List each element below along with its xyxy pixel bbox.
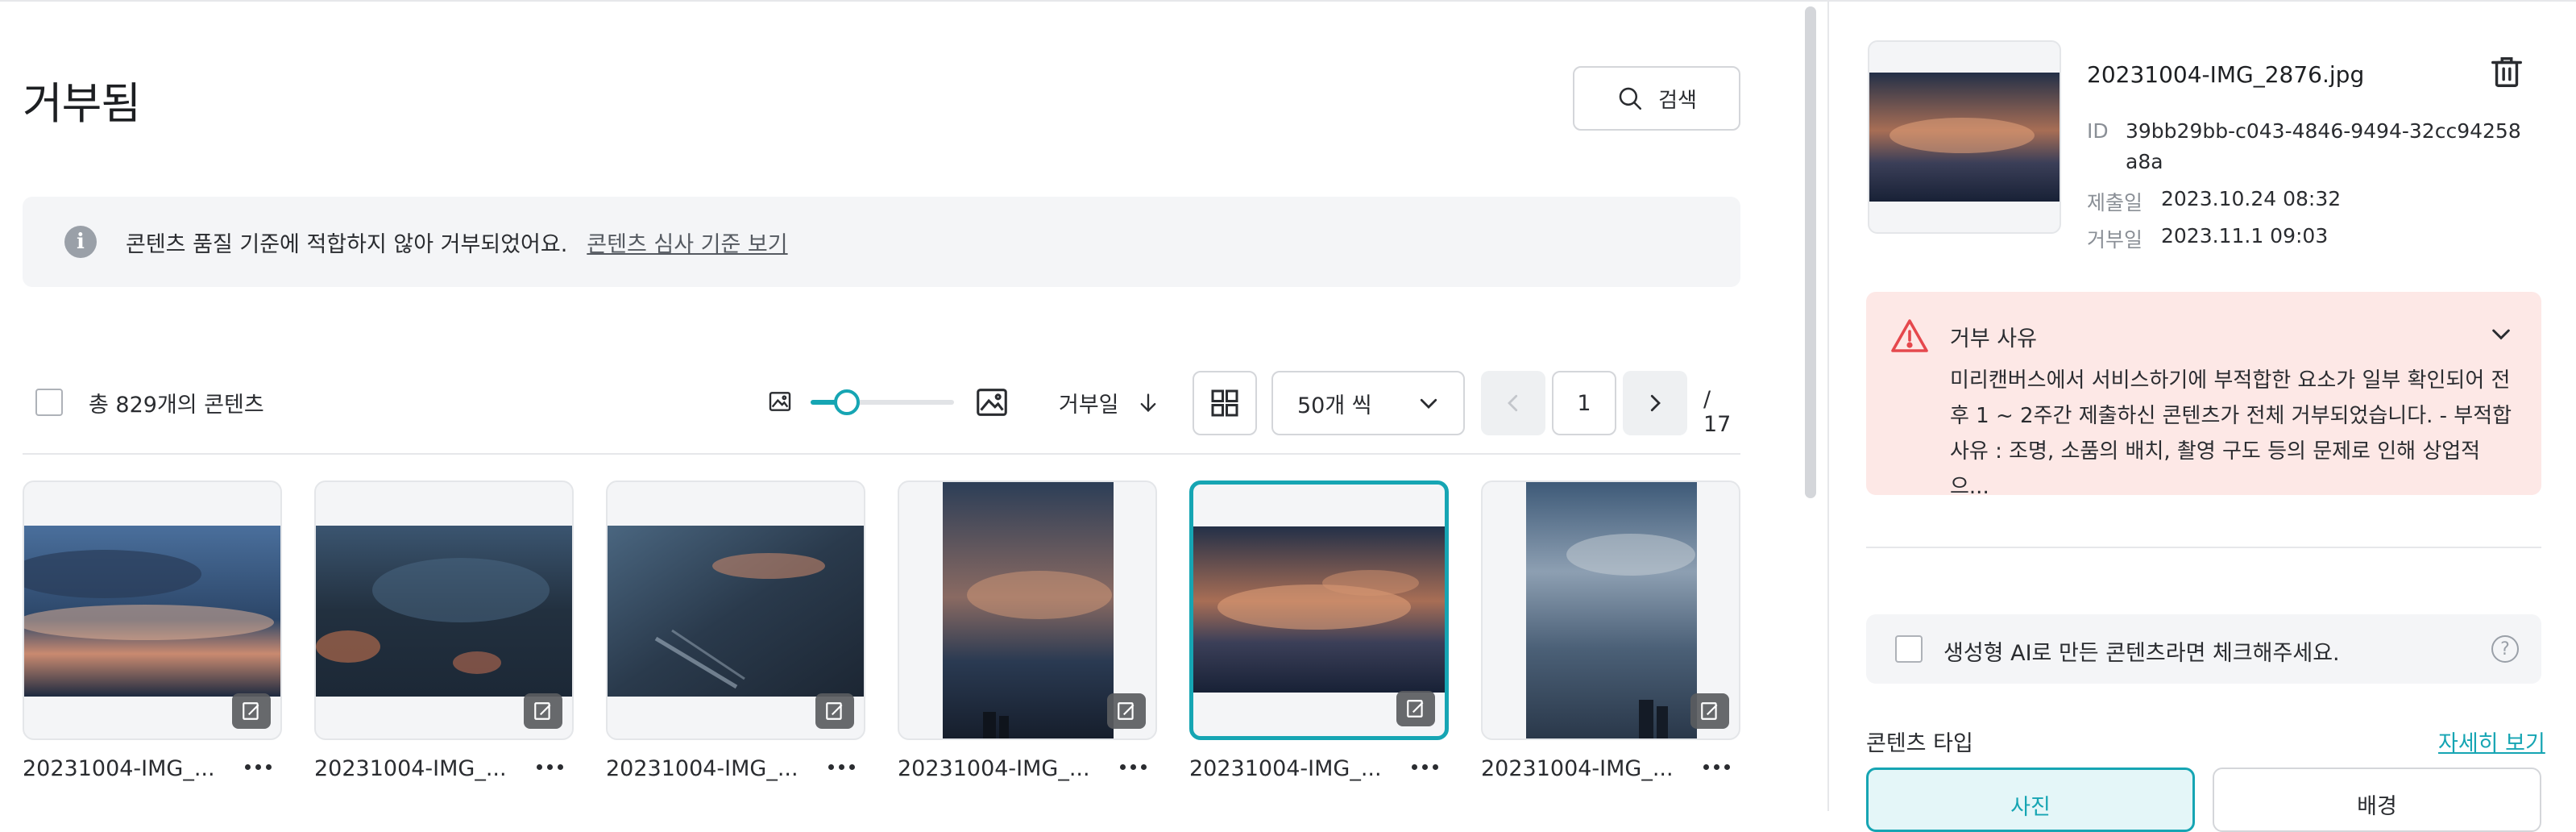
submitted-label: 제출일 (2087, 191, 2143, 214)
card-thumbnail[interactable] (606, 480, 865, 740)
rejected-value: 2023.11.1 09:03 (2161, 224, 2329, 248)
chevron-right-icon (1650, 394, 1661, 412)
slider-knob[interactable] (834, 389, 860, 415)
page-number-input[interactable]: 1 (1552, 371, 1616, 435)
more-options-icon[interactable] (525, 755, 574, 779)
detail-panel: 20231004-IMG_2876.jpg ID 39bb29bb-c043-4… (1829, 0, 2576, 832)
content-card[interactable]: 20231004-IMG_... (898, 480, 1157, 781)
next-page-button[interactable] (1623, 371, 1687, 435)
grid-view-button[interactable] (1193, 371, 1257, 435)
search-icon (1619, 87, 1642, 110)
sky-photo (1526, 482, 1697, 738)
chevron-down-icon (1420, 398, 1437, 409)
chevron-left-icon (1508, 394, 1518, 412)
submitted-value: 2023.10.24 08:32 (2161, 187, 2342, 210)
search-button[interactable]: 검색 (1573, 66, 1740, 131)
content-grid: 20231004-IMG_... 20231004-IMG_... 202310… (23, 480, 1740, 811)
review-criteria-link[interactable]: 콘텐츠 심사 기준 보기 (587, 227, 787, 258)
card-filename: 20231004-IMG_... (23, 756, 215, 781)
edit-icon[interactable] (1690, 693, 1729, 729)
id-value: 39bb29bb-c043-4846-9494-32cc94258a8a (2126, 119, 2521, 173)
ai-checkbox-label: 생성형 AI로 만든 콘텐츠라면 체크해주세요. (1943, 641, 2340, 666)
content-card[interactable]: 20231004-IMG_... (23, 480, 282, 781)
ai-content-option: 생성형 AI로 만든 콘텐츠라면 체크해주세요. ? (1866, 614, 2541, 684)
search-label: 검색 (1658, 88, 1697, 113)
list-toolbar: 총 829개의 콘텐츠 거부일 50개 씩 1 / 17 (23, 369, 1740, 437)
more-options-icon[interactable] (1692, 755, 1740, 779)
card-thumbnail[interactable] (1481, 480, 1740, 740)
sky-photo (1193, 526, 1445, 693)
reason-title: 거부 사유 (1950, 327, 2037, 352)
more-options-icon[interactable] (1109, 755, 1157, 779)
per-page-select[interactable]: 50개 씩 (1271, 371, 1465, 435)
toolbar-divider (23, 453, 1740, 455)
per-page-value: 50개 씩 (1297, 393, 1372, 418)
card-filename: 20231004-IMG_... (606, 756, 799, 781)
panel-section-divider (1866, 547, 2541, 548)
sky-photo (1869, 73, 2060, 202)
edit-icon[interactable] (1396, 691, 1435, 726)
edit-icon[interactable] (815, 693, 854, 729)
content-type-label: 콘텐츠 타입 (1866, 731, 1973, 756)
card-filename: 20231004-IMG_... (1189, 756, 1382, 781)
card-filename: 20231004-IMG_... (1481, 756, 1674, 781)
info-icon: i (64, 226, 97, 258)
edit-icon[interactable] (524, 693, 562, 729)
reason-text: 미리캔버스에서 서비스하기에 부적합한 요소가 일부 확인되어 전후 1 ~ 2… (1950, 368, 2512, 499)
small-image-icon[interactable] (767, 389, 793, 414)
card-thumbnail[interactable] (898, 480, 1157, 740)
more-options-icon[interactable] (1400, 755, 1449, 779)
more-options-icon[interactable] (817, 755, 865, 779)
content-card[interactable]: 20231004-IMG_... (1481, 480, 1740, 781)
sky-photo (316, 526, 572, 697)
card-filename: 20231004-IMG_... (898, 756, 1090, 781)
rejection-notice: i 콘텐츠 품질 기준에 적합하지 않아 거부되었어요. 콘텐츠 심사 기준 보… (23, 197, 1740, 287)
total-count: 총 829개의 콘텐츠 (89, 393, 264, 418)
detail-filename: 20231004-IMG_2876.jpg (2087, 61, 2365, 88)
warning-icon (1890, 318, 1929, 356)
sort-label: 거부일 (1059, 393, 1119, 418)
select-all-checkbox[interactable] (35, 389, 63, 416)
prev-page-button[interactable] (1481, 371, 1545, 435)
edit-icon[interactable] (1107, 693, 1146, 729)
details-link[interactable]: 자세히 보기 (2438, 726, 2545, 757)
sky-photo (608, 526, 864, 697)
grid-icon (1211, 389, 1238, 417)
detail-thumbnail (1868, 40, 2061, 234)
help-icon[interactable]: ? (2491, 635, 2519, 663)
type-option-background[interactable]: 배경 (2213, 768, 2541, 832)
type-option-photo[interactable]: 사진 (1866, 768, 2195, 832)
card-thumbnail[interactable] (23, 480, 282, 740)
notice-text: 콘텐츠 품질 기준에 적합하지 않아 거부되었어요. (126, 231, 568, 257)
sort-control[interactable]: 거부일 (1059, 387, 1159, 418)
content-main: 거부됨 검색 i 콘텐츠 품질 기준에 적합하지 않아 거부되었어요. 콘텐츠 … (0, 0, 1805, 811)
rejected-label: 거부일 (2087, 228, 2143, 252)
card-filename: 20231004-IMG_... (314, 756, 507, 781)
arrow-down-icon (1140, 393, 1155, 412)
more-options-icon[interactable] (234, 755, 282, 779)
content-card[interactable]: 20231004-IMG_... (606, 480, 865, 781)
edit-icon[interactable] (232, 693, 271, 729)
content-card[interactable]: 20231004-IMG_... (1189, 480, 1449, 781)
id-label: ID (2087, 119, 2109, 143)
large-image-icon[interactable] (973, 384, 1010, 421)
main-scrollbar[interactable] (1805, 6, 1816, 498)
sky-photo (943, 482, 1114, 738)
delete-icon[interactable] (2488, 52, 2525, 95)
ai-generated-checkbox[interactable] (1895, 635, 1923, 663)
total-pages: / 17 (1703, 387, 1732, 437)
content-card[interactable]: 20231004-IMG_... (314, 480, 574, 781)
rejection-reason-box[interactable]: 거부 사유 미리캔버스에서 서비스하기에 부적합한 요소가 일부 확인되어 전후… (1866, 292, 2541, 499)
sky-photo (24, 526, 280, 697)
thumbnail-size-slider[interactable] (811, 389, 954, 415)
card-thumbnail[interactable] (314, 480, 574, 740)
card-thumbnail[interactable] (1189, 480, 1449, 740)
chevron-down-icon[interactable] (2488, 321, 2514, 350)
page-title: 거부됨 (23, 78, 141, 129)
